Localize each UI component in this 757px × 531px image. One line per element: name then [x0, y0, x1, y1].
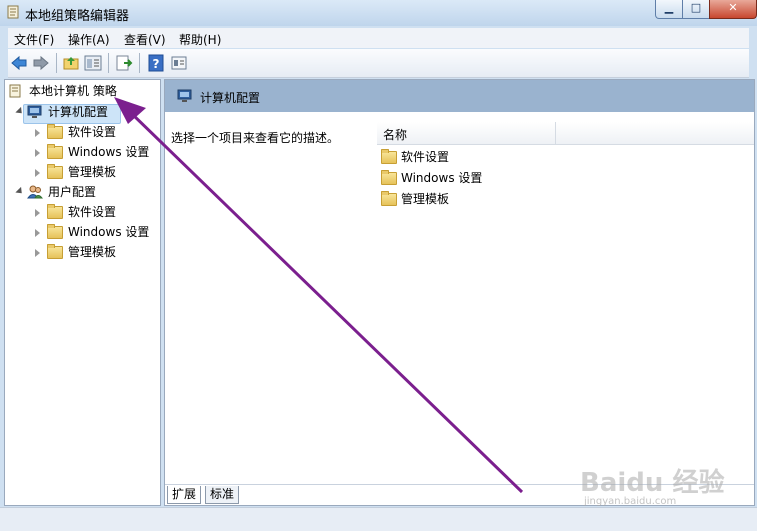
- tree-root-label: 本地计算机 策略: [29, 84, 117, 98]
- close-icon: ✕: [728, 1, 738, 14]
- folder-icon: [47, 244, 63, 259]
- export-list-icon[interactable]: [115, 54, 133, 72]
- status-bar: [0, 507, 757, 531]
- folder-icon: [47, 224, 63, 239]
- minimize-icon: ▁: [664, 1, 674, 14]
- menu-action[interactable]: 操作(A): [68, 31, 110, 48]
- folder-icon: [47, 164, 63, 179]
- computer-icon: [27, 105, 42, 118]
- svg-text:?: ?: [153, 57, 160, 71]
- folder-icon: [381, 191, 397, 206]
- column-divider[interactable]: [555, 122, 556, 144]
- forward-arrow-icon[interactable]: [32, 54, 50, 72]
- tree-user-label: 用户配置: [48, 185, 97, 199]
- minimize-button[interactable]: ▁: [655, 0, 683, 19]
- tree-item-label: Windows 设置: [68, 145, 150, 159]
- collapsed-arrow-icon[interactable]: [35, 249, 40, 257]
- collapsed-arrow-icon[interactable]: [35, 209, 40, 217]
- content-header-title: 计算机配置: [200, 91, 261, 105]
- folder-icon: [47, 204, 63, 219]
- content-pane: 计算机配置 选择一个项目来查看它的描述。 名称 软件设置 Windows 设置 …: [164, 79, 755, 506]
- description-text: 选择一个项目来查看它的描述。: [171, 131, 340, 145]
- collapsed-arrow-icon[interactable]: [35, 169, 40, 177]
- folder-icon: [381, 170, 397, 185]
- properties-icon[interactable]: [170, 54, 188, 72]
- list-item-label: 软件设置: [401, 150, 450, 164]
- content-header: 计算机配置: [165, 80, 754, 112]
- show-hide-tree-icon[interactable]: [84, 54, 102, 72]
- collapsed-arrow-icon[interactable]: [35, 229, 40, 237]
- back-arrow-icon[interactable]: [10, 54, 28, 72]
- tree-item-label: 软件设置: [68, 205, 117, 219]
- tree-item-label: 管理模板: [68, 165, 117, 179]
- tree-item-label: Windows 设置: [68, 225, 150, 239]
- policy-document-icon: [9, 84, 21, 98]
- collapsed-arrow-icon[interactable]: [35, 149, 40, 157]
- watermark-url: jingyan.baidu.com: [584, 496, 677, 507]
- tree-item-label: 管理模板: [68, 245, 117, 259]
- tab-standard[interactable]: 标准: [205, 486, 240, 504]
- computer-icon: [177, 89, 192, 102]
- folder-icon: [381, 149, 397, 164]
- window: 本地组策略编辑器 ▁ □ ✕ 文件(F) 操作(A) 查看(V) 帮助(H) ?…: [0, 0, 757, 531]
- up-folder-icon[interactable]: [62, 54, 80, 72]
- tree-item-label: 软件设置: [68, 125, 117, 139]
- folder-icon: [47, 144, 63, 159]
- list-item-label: 管理模板: [401, 192, 450, 206]
- collapsed-arrow-icon[interactable]: [35, 129, 40, 137]
- tab-extended[interactable]: 扩展: [167, 486, 202, 504]
- toolbar-separator: [139, 53, 140, 73]
- toolbar-separator: [108, 53, 109, 73]
- menu-bar: 文件(F) 操作(A) 查看(V) 帮助(H): [8, 28, 749, 48]
- menu-view[interactable]: 查看(V): [124, 31, 166, 48]
- close-button[interactable]: ✕: [709, 0, 757, 19]
- toolbar: ?: [8, 49, 749, 78]
- folder-icon: [47, 124, 63, 139]
- list-item-label: Windows 设置: [401, 171, 483, 185]
- help-icon[interactable]: ?: [147, 54, 165, 72]
- watermark-logo: Baidu 经验: [580, 468, 725, 498]
- title-bar: 本地组策略编辑器 ▁ □ ✕: [0, 0, 757, 26]
- maximize-button[interactable]: □: [682, 0, 710, 19]
- users-icon: [27, 185, 43, 199]
- menu-file[interactable]: 文件(F): [14, 31, 54, 48]
- column-header-name[interactable]: 名称: [383, 126, 407, 143]
- maximize-icon: □: [690, 1, 702, 14]
- window-title: 本地组策略编辑器: [25, 9, 130, 24]
- list-header: 名称: [377, 122, 754, 145]
- policy-editor-icon: [7, 5, 19, 19]
- toolbar-separator: [56, 53, 57, 73]
- menu-help[interactable]: 帮助(H): [179, 31, 221, 48]
- tree-computer-label: 计算机配置: [48, 105, 109, 119]
